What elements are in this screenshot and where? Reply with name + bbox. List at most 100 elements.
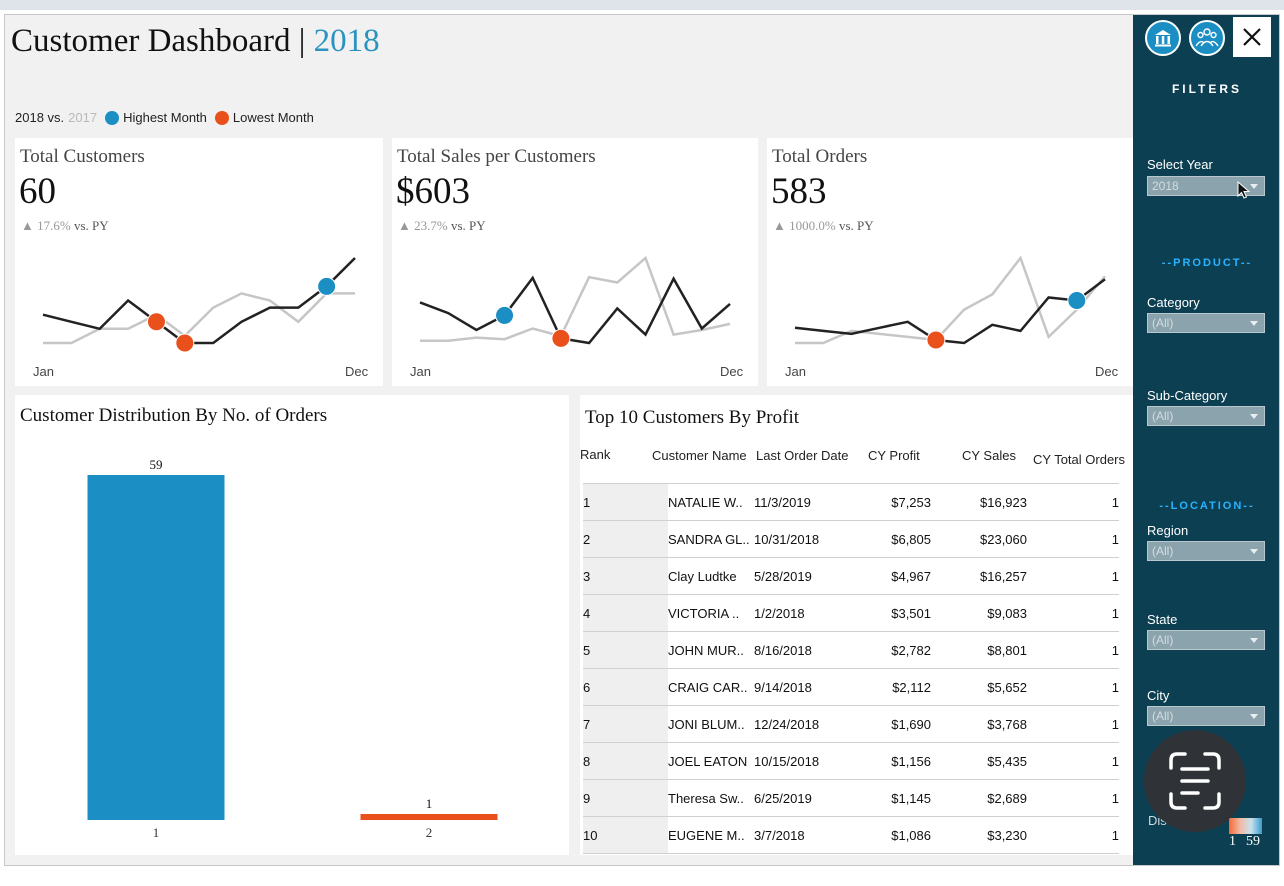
table-row[interactable]: 1 NATALIE W.. 11/3/2019 $7,253 $16,923 1 (583, 483, 1119, 521)
previous-year-line (795, 255, 1106, 345)
sales-cell: $3,768 (931, 705, 1027, 743)
last-order-date-cell: 8/16/2018 (754, 631, 854, 669)
profit-cell: $2,782 (854, 631, 931, 669)
rank-cell: 8 (583, 742, 668, 780)
profit-cell: $1,156 (854, 742, 931, 780)
table-row[interactable]: 8 JOEL EATON 10/15/2018 $1,156 $5,435 1 (583, 742, 1119, 780)
sales-cell: $9,083 (931, 594, 1027, 632)
text-scan-button[interactable] (1144, 730, 1246, 832)
distribution-panel: Customer Distribution By No. of Orders 5… (15, 395, 569, 855)
axis-label-end: Dec (345, 364, 369, 379)
city-dropdown[interactable]: (All) (1147, 706, 1265, 726)
table-row[interactable]: 2 SANDRA GL.. 10/31/2018 $6,805 $23,060 1 (583, 520, 1119, 558)
subcategory-label: Sub-Category (1147, 388, 1228, 403)
rank-cell: 2 (583, 520, 668, 558)
col-header-rank[interactable]: Rank (580, 447, 610, 462)
bar-value-label: 1 (426, 796, 433, 811)
legend-previous-year: 2017 (68, 110, 98, 125)
profit-cell: $3,501 (854, 594, 931, 632)
current-year-line (794, 278, 1106, 345)
lowest-month-marker (926, 330, 946, 350)
sales-cell: $2,689 (931, 779, 1027, 817)
region-dropdown[interactable]: (All) (1147, 541, 1265, 561)
col-header-cy-total-orders[interactable]: CY Total Orders (1033, 452, 1125, 467)
rank-cell: 5 (583, 631, 668, 669)
table-row[interactable]: 5 JOHN MUR.. 8/16/2018 $2,782 $8,801 1 (583, 631, 1119, 669)
subcategory-dropdown[interactable]: (All) (1147, 406, 1265, 426)
col-header-cy-profit[interactable]: CY Profit (868, 448, 920, 463)
chevron-down-icon (1250, 714, 1258, 719)
table-row[interactable]: 6 CRAIG CAR.. 9/14/2018 $2,112 $5,652 1 (583, 668, 1119, 706)
kpi-card-total-customers[interactable]: Total Customers 60 ▲ 17.6% vs. PY Jan De… (15, 138, 383, 386)
sales-cell: $3,230 (931, 816, 1027, 854)
col-header-customer-name[interactable]: Customer Name (652, 448, 747, 463)
window-top-strip (0, 0, 1284, 10)
kpi-card-sales-per-customer[interactable]: Total Sales per Customers $603 ▲ 23.7% v… (392, 138, 758, 386)
customer-name-cell: CRAIG CAR.. (668, 668, 754, 706)
legend-highest-label: Highest Month (123, 110, 207, 125)
bar-2 (360, 814, 498, 820)
table-row[interactable]: 3 Clay Ludtke 5/28/2019 $4,967 $16,257 1 (583, 557, 1119, 595)
axis-label-start: Jan (785, 364, 806, 379)
legend-low-dot (214, 110, 229, 125)
kpi-title: Total Sales per Customers (397, 146, 596, 167)
chevron-down-icon (1250, 321, 1258, 326)
kpi-title: Total Customers (20, 146, 145, 167)
top10-panel: Top 10 Customers By Profit Rank Customer… (580, 395, 1133, 855)
sparkline-chart[interactable] (767, 233, 1133, 363)
profit-cell: $1,690 (854, 705, 931, 743)
sales-cell: $23,060 (931, 520, 1027, 558)
col-header-last-order-date[interactable]: Last Order Date (756, 448, 849, 463)
customer-name-cell: JOEL EATON (668, 742, 754, 780)
table-row[interactable]: 7 JONI BLUM.. 12/24/2018 $1,690 $3,768 1 (583, 705, 1119, 743)
x-tick-label: 1 (153, 825, 160, 840)
kpi-value: 583 (771, 171, 827, 212)
state-dropdown[interactable]: (All) (1147, 630, 1265, 650)
table-row[interactable]: 10 EUGENE M.. 3/7/2018 $1,086 $3,230 1 (583, 816, 1119, 854)
orders-cell: 1 (1027, 483, 1119, 521)
table-row[interactable]: 4 VICTORIA .. 1/2/2018 $3,501 $9,083 1 (583, 594, 1119, 632)
profit-cell: $6,805 (854, 520, 931, 558)
kpi-change: ▲ 1000.0% vs. PY (773, 218, 874, 233)
orders-cell: 1 (1027, 557, 1119, 595)
sales-cell: $8,801 (931, 631, 1027, 669)
distribution-bar-chart[interactable]: 59 1 1 2 (15, 435, 569, 855)
rank-cell: 6 (583, 668, 668, 706)
filters-heading: FILTERS (1171, 82, 1243, 96)
customer-name-cell: NATALIE W.. (668, 483, 754, 521)
kpi-title: Total Orders (772, 146, 868, 167)
profit-cell: $7,253 (854, 483, 931, 521)
sparkline-chart[interactable] (15, 233, 383, 363)
product-heading: --PRODUCT-- (1161, 257, 1253, 269)
color-scale-max: 59 (1246, 834, 1260, 849)
table-row[interactable]: 9 Theresa Sw.. 6/25/2019 $1,145 $2,689 1 (583, 779, 1119, 817)
axis-label-start: Jan (410, 364, 431, 379)
customer-name-cell: Clay Ludtke (668, 557, 754, 595)
rank-cell: 1 (583, 483, 668, 521)
sparkline-chart[interactable] (392, 233, 758, 363)
close-button[interactable] (1233, 17, 1271, 57)
highest-month-marker (1067, 291, 1087, 310)
dashboard: Customer Dashboard | 2018 2018 vs. 2017 … (4, 14, 1280, 866)
x-tick-label: 2 (426, 825, 433, 840)
last-order-date-cell: 5/28/2019 (754, 557, 854, 595)
customer-name-cell: SANDRA GL.. (668, 520, 754, 558)
col-header-cy-sales[interactable]: CY Sales (962, 448, 1016, 463)
profit-cell: $4,967 (854, 557, 931, 595)
highest-month-marker (317, 276, 337, 296)
orders-cell: 1 (1027, 779, 1119, 817)
category-label: Category (1147, 295, 1200, 310)
last-order-date-cell: 1/2/2018 (754, 594, 854, 632)
last-order-date-cell: 11/3/2019 (754, 483, 854, 521)
top10-table: 1 NATALIE W.. 11/3/2019 $7,253 $16,923 1 2 SAND… (583, 483, 1119, 854)
category-dropdown[interactable]: (All) (1147, 313, 1265, 333)
chevron-down-icon (1250, 549, 1258, 554)
bank-icon[interactable] (1145, 20, 1181, 56)
kpi-card-total-orders[interactable]: Total Orders 583 ▲ 1000.0% vs. PY Jan De… (767, 138, 1133, 386)
legend-lowest-label: Lowest Month (232, 110, 314, 125)
top10-title: Top 10 Customers By Profit (585, 407, 800, 428)
rank-cell: 7 (583, 705, 668, 743)
close-icon (1243, 28, 1261, 46)
people-group-icon[interactable] (1189, 20, 1225, 56)
sales-cell: $5,435 (931, 742, 1027, 780)
